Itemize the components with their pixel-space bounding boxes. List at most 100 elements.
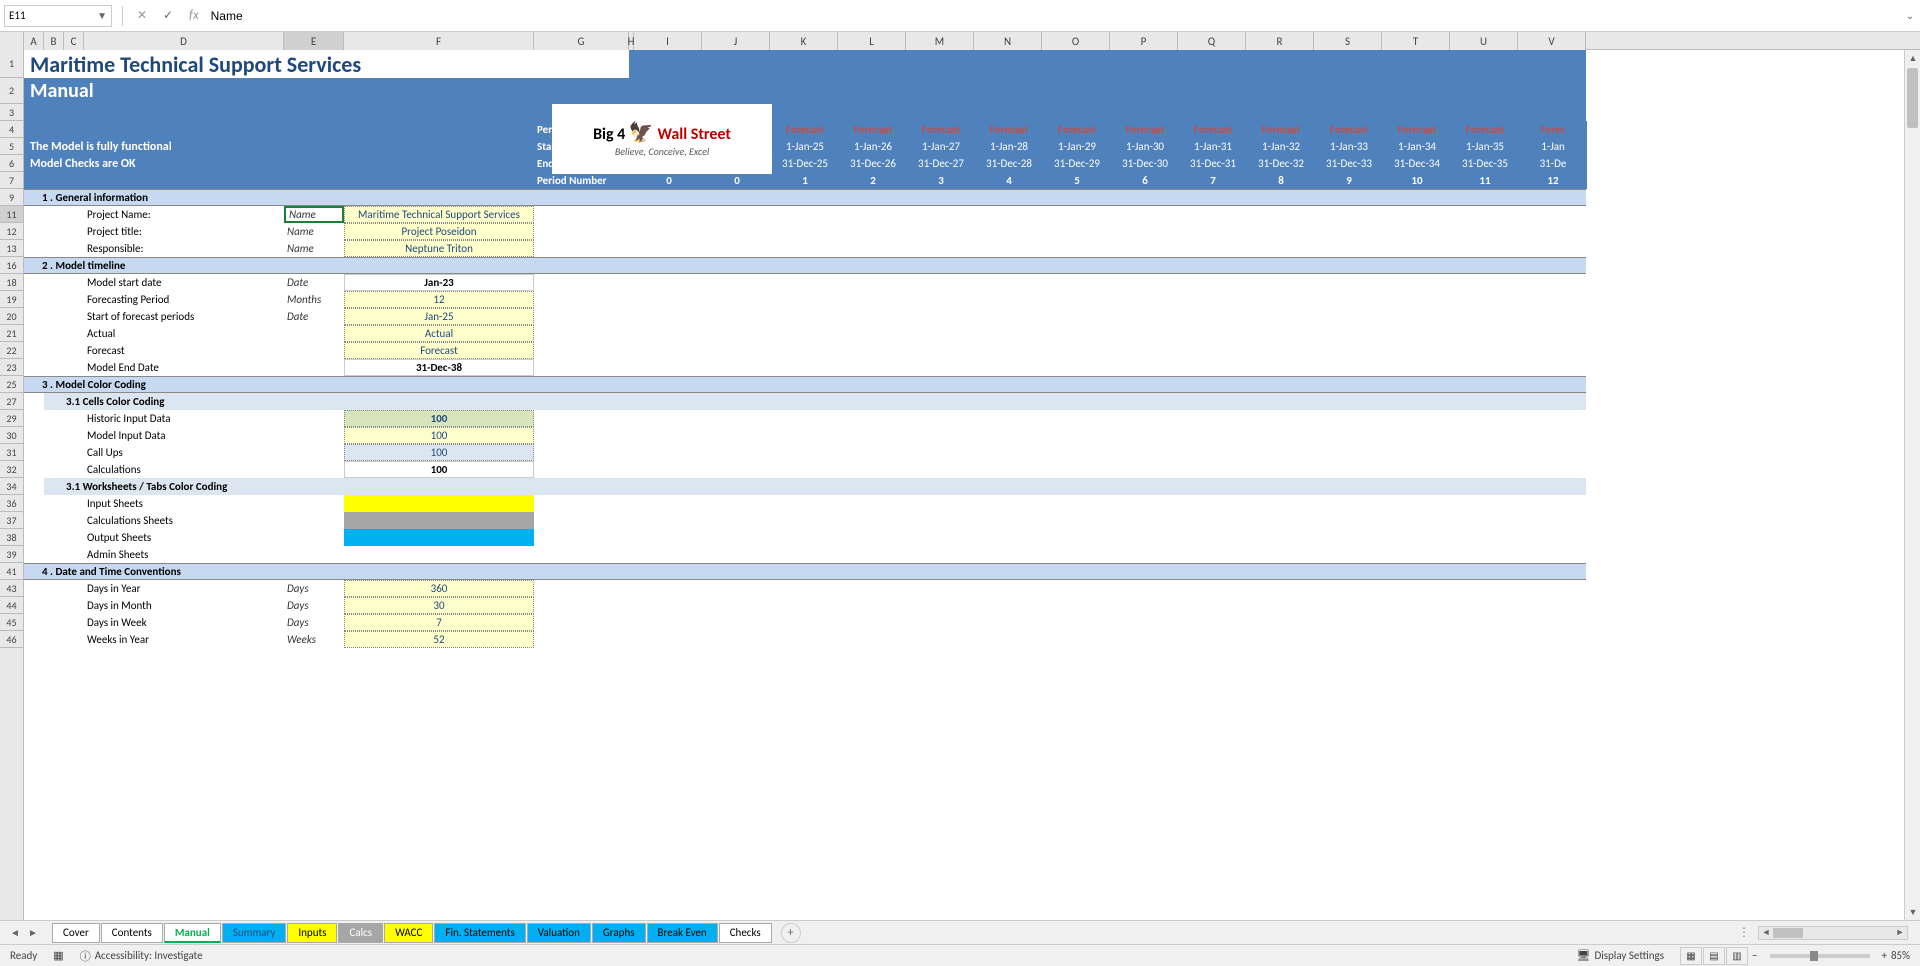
hscroll-left-icon[interactable]: ◄ bbox=[1759, 927, 1773, 938]
row-header-7[interactable]: 7 bbox=[0, 172, 23, 189]
zoom-slider[interactable] bbox=[1770, 954, 1870, 958]
tab-summary[interactable]: Summary bbox=[222, 923, 287, 943]
tab-contents[interactable]: Contents bbox=[101, 923, 163, 943]
row-header-30[interactable]: 30 bbox=[0, 427, 23, 444]
row-header-12[interactable]: 12 bbox=[0, 223, 23, 240]
tab-break-even[interactable]: Break Even bbox=[647, 923, 718, 943]
normal-view-button[interactable]: ▦ bbox=[1680, 947, 1702, 965]
col-header-J[interactable]: J bbox=[702, 32, 770, 50]
row-header-39[interactable]: 39 bbox=[0, 546, 23, 563]
formula-expand-icon[interactable]: ⌄ bbox=[1900, 9, 1920, 22]
row-header-3[interactable]: 3 bbox=[0, 104, 23, 121]
row-header-2[interactable]: 2 bbox=[0, 78, 23, 104]
row-header-9[interactable]: 9 bbox=[0, 189, 23, 206]
add-sheet-button[interactable]: + bbox=[781, 923, 801, 943]
row-header-19[interactable]: 19 bbox=[0, 291, 23, 308]
row-header-34[interactable]: 34 bbox=[0, 478, 23, 495]
col-header-Q[interactable]: Q bbox=[1178, 32, 1246, 50]
row-header-20[interactable]: 20 bbox=[0, 308, 23, 325]
row-header-11[interactable]: 11 bbox=[0, 206, 23, 223]
hscroll-right-icon[interactable]: ► bbox=[1893, 927, 1907, 938]
row-header-6[interactable]: 6 bbox=[0, 155, 23, 172]
accessibility-status[interactable]: ⓘ Accessibility: Investigate bbox=[80, 948, 203, 964]
name-box-dropdown-icon[interactable]: ▼ bbox=[97, 9, 107, 22]
row-header-16[interactable]: 16 bbox=[0, 257, 23, 274]
scroll-up-icon[interactable]: ▲ bbox=[1905, 50, 1920, 66]
zoom-level[interactable]: 85% bbox=[1891, 949, 1910, 962]
formula-input[interactable] bbox=[207, 9, 1900, 23]
row-header-32[interactable]: 32 bbox=[0, 461, 23, 478]
col-header-G[interactable]: G bbox=[534, 32, 629, 50]
col-header-K[interactable]: K bbox=[770, 32, 838, 50]
zoom-in-button[interactable]: + bbox=[1882, 949, 1887, 962]
row-header-31[interactable]: 31 bbox=[0, 444, 23, 461]
row-header-25[interactable]: 25 bbox=[0, 376, 23, 393]
row-header-4[interactable]: 4 bbox=[0, 121, 23, 138]
col-header-M[interactable]: M bbox=[906, 32, 974, 50]
row-header-13[interactable]: 13 bbox=[0, 240, 23, 257]
col-header-A[interactable]: A bbox=[24, 32, 44, 50]
row-header-45[interactable]: 45 bbox=[0, 614, 23, 631]
tab-valuation[interactable]: Valuation bbox=[527, 923, 591, 943]
col-header-U[interactable]: U bbox=[1450, 32, 1518, 50]
page-break-button[interactable]: ▥ bbox=[1726, 947, 1748, 965]
col-header-S[interactable]: S bbox=[1314, 32, 1382, 50]
tab-checks[interactable]: Checks bbox=[719, 923, 772, 943]
fx-icon[interactable]: fx bbox=[189, 8, 199, 23]
col-header-E[interactable]: E bbox=[284, 32, 344, 50]
row-header-38[interactable]: 38 bbox=[0, 529, 23, 546]
col-header-C[interactable]: C bbox=[64, 32, 84, 50]
row-header-41[interactable]: 41 bbox=[0, 563, 23, 580]
col-header-T[interactable]: T bbox=[1382, 32, 1450, 50]
confirm-icon[interactable]: ✓ bbox=[159, 7, 177, 25]
tab-prev-icon[interactable]: ◄ bbox=[8, 926, 22, 940]
col-header-N[interactable]: N bbox=[974, 32, 1042, 50]
select-all-corner[interactable] bbox=[0, 32, 24, 50]
horizontal-scrollbar[interactable]: ◄ ► bbox=[1758, 926, 1908, 940]
row-header-21[interactable]: 21 bbox=[0, 325, 23, 342]
tab-cover[interactable]: Cover bbox=[52, 923, 100, 943]
col-header-L[interactable]: L bbox=[838, 32, 906, 50]
row-header-1[interactable]: 1 bbox=[0, 50, 23, 78]
tab-wacc[interactable]: WACC bbox=[384, 923, 433, 943]
display-settings-button[interactable]: 🖥 Display Settings bbox=[1576, 949, 1664, 962]
tab-calcs[interactable]: Calcs bbox=[338, 923, 383, 943]
col-header-D[interactable]: D bbox=[84, 32, 284, 50]
row-header-27[interactable]: 27 bbox=[0, 393, 23, 410]
row-header-29[interactable]: 29 bbox=[0, 410, 23, 427]
cells-area[interactable]: Maritime Technical Support ServicesManua… bbox=[24, 50, 1920, 920]
macro-icon[interactable]: ▦ bbox=[53, 949, 63, 962]
col-header-P[interactable]: P bbox=[1110, 32, 1178, 50]
vertical-scrollbar[interactable]: ▲ ▼ bbox=[1904, 50, 1920, 920]
row-header-46[interactable]: 46 bbox=[0, 631, 23, 648]
hscroll-thumb[interactable] bbox=[1773, 928, 1803, 938]
page-layout-button[interactable]: ▤ bbox=[1703, 947, 1725, 965]
row-header-36[interactable]: 36 bbox=[0, 495, 23, 512]
row-header-44[interactable]: 44 bbox=[0, 597, 23, 614]
row-header-43[interactable]: 43 bbox=[0, 580, 23, 597]
period-cell: 1-Jan bbox=[1519, 138, 1587, 155]
row-header-18[interactable]: 18 bbox=[0, 274, 23, 291]
col-header-B[interactable]: B bbox=[44, 32, 64, 50]
row-header-23[interactable]: 23 bbox=[0, 359, 23, 376]
tab-options-icon[interactable]: ⋮ bbox=[1738, 925, 1750, 940]
col-header-V[interactable]: V bbox=[1518, 32, 1586, 50]
row-header-37[interactable]: 37 bbox=[0, 512, 23, 529]
col-header-F[interactable]: F bbox=[344, 32, 534, 50]
zoom-out-button[interactable]: − bbox=[1752, 949, 1757, 962]
row-header-5[interactable]: 5 bbox=[0, 138, 23, 155]
col-header-R[interactable]: R bbox=[1246, 32, 1314, 50]
tab-graphs[interactable]: Graphs bbox=[592, 923, 646, 943]
col-header-O[interactable]: O bbox=[1042, 32, 1110, 50]
row-header-22[interactable]: 22 bbox=[0, 342, 23, 359]
tab-fin-statements[interactable]: Fin. Statements bbox=[434, 923, 525, 943]
col-header-I[interactable]: I bbox=[634, 32, 702, 50]
name-box[interactable]: E11 ▼ bbox=[4, 5, 112, 27]
scroll-thumb[interactable] bbox=[1907, 68, 1918, 128]
cancel-icon[interactable]: ✕ bbox=[133, 7, 151, 25]
scroll-down-icon[interactable]: ▼ bbox=[1905, 904, 1920, 920]
tab-next-icon[interactable]: ► bbox=[26, 926, 40, 940]
zoom-thumb[interactable] bbox=[1810, 951, 1818, 961]
tab-inputs[interactable]: Inputs bbox=[287, 923, 337, 943]
tab-manual[interactable]: Manual bbox=[164, 923, 221, 943]
